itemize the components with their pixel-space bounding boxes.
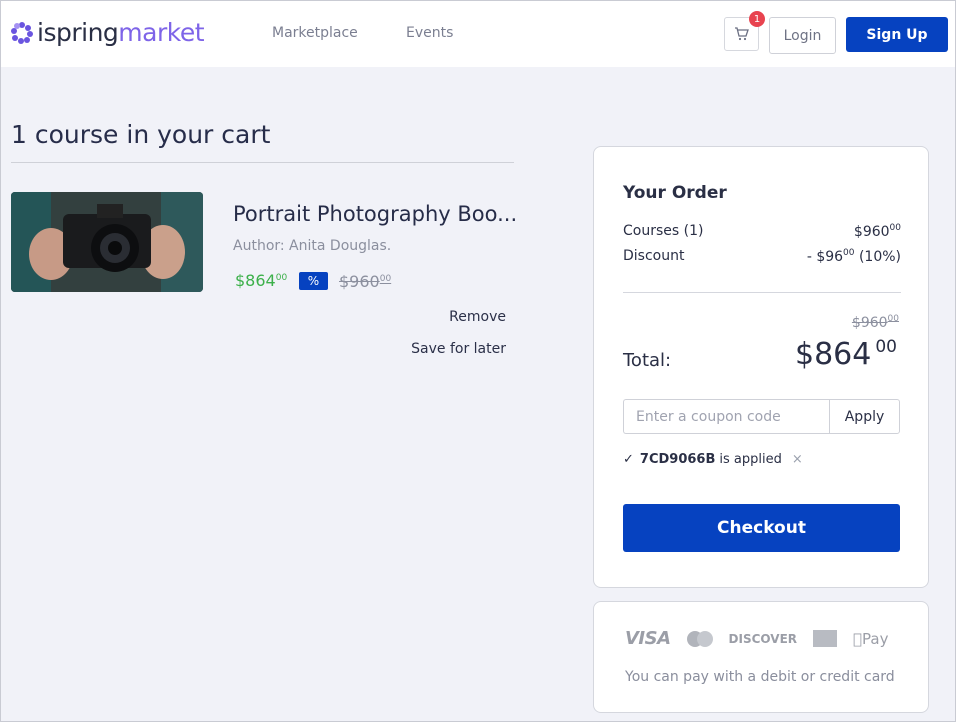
save-for-later-link[interactable]: Save for later [411,341,506,357]
discount-row: Discount - $9600 (10%) [623,248,901,265]
courses-value: $96000 [853,223,901,240]
order-summary-card: Your Order Courses (1) $96000 Discount -… [593,146,929,588]
total-old-price: $96000 [851,314,899,331]
course-price: $86400 [235,271,288,290]
discount-badge: % [299,272,328,290]
nav-events[interactable]: Events [406,25,453,41]
course-title[interactable]: Portrait Photography Boo... [233,202,517,226]
course-old-price: $96000 [339,272,392,291]
total-value: $864 00 [795,337,897,372]
camera-image [11,192,203,292]
check-icon: ✓ [623,452,634,467]
course-author: Author: Anita Douglas. [233,238,392,254]
coupon-code: 7CD9066B [639,452,716,467]
nav-marketplace[interactable]: Marketplace [272,25,358,41]
cart-count-badge: 1 [749,11,765,27]
logo-flower-icon [11,21,33,44]
payment-logos: VISA DISCOVER Pay [625,628,904,649]
cart-title: 1 course in your cart [11,120,271,149]
remove-link[interactable]: Remove [449,309,506,325]
course-thumbnail[interactable] [11,192,203,292]
ispring-market-logo[interactable]: ispringmarket [11,18,205,47]
apply-coupon-button[interactable]: Apply [829,399,900,434]
amex-icon [813,630,838,647]
remove-coupon-icon[interactable]: × [792,452,803,467]
coupon-input[interactable] [623,399,830,434]
login-button[interactable]: Login [769,17,836,54]
checkout-button[interactable]: Checkout [623,504,900,552]
order-title: Your Order [623,183,727,203]
discount-value: - $9600 (10%) [806,248,901,265]
total-label: Total: [623,350,672,371]
signup-button[interactable]: Sign Up [846,17,948,52]
apple-pay-icon: Pay [853,629,888,648]
divider [623,292,901,293]
applied-text: is applied [719,452,782,467]
top-header: ispringmarket Marketplace Events 1 Login… [1,1,955,67]
divider [11,162,514,163]
coupon-applied-status: ✓ 7CD9066B is applied × [623,452,803,467]
discount-label: Discount [623,248,685,264]
discover-icon: DISCOVER [728,631,798,646]
mastercard-icon [686,630,713,647]
courses-row: Courses (1) $96000 [623,223,901,240]
logo-text: ispringmarket [37,18,205,47]
cart-icon [735,27,749,41]
payment-note: You can pay with a debit or credit card [625,669,895,685]
visa-icon: VISA [625,628,671,649]
courses-label: Courses (1) [623,223,704,239]
payment-methods-card: VISA DISCOVER Pay You can pay with a de… [593,601,929,713]
